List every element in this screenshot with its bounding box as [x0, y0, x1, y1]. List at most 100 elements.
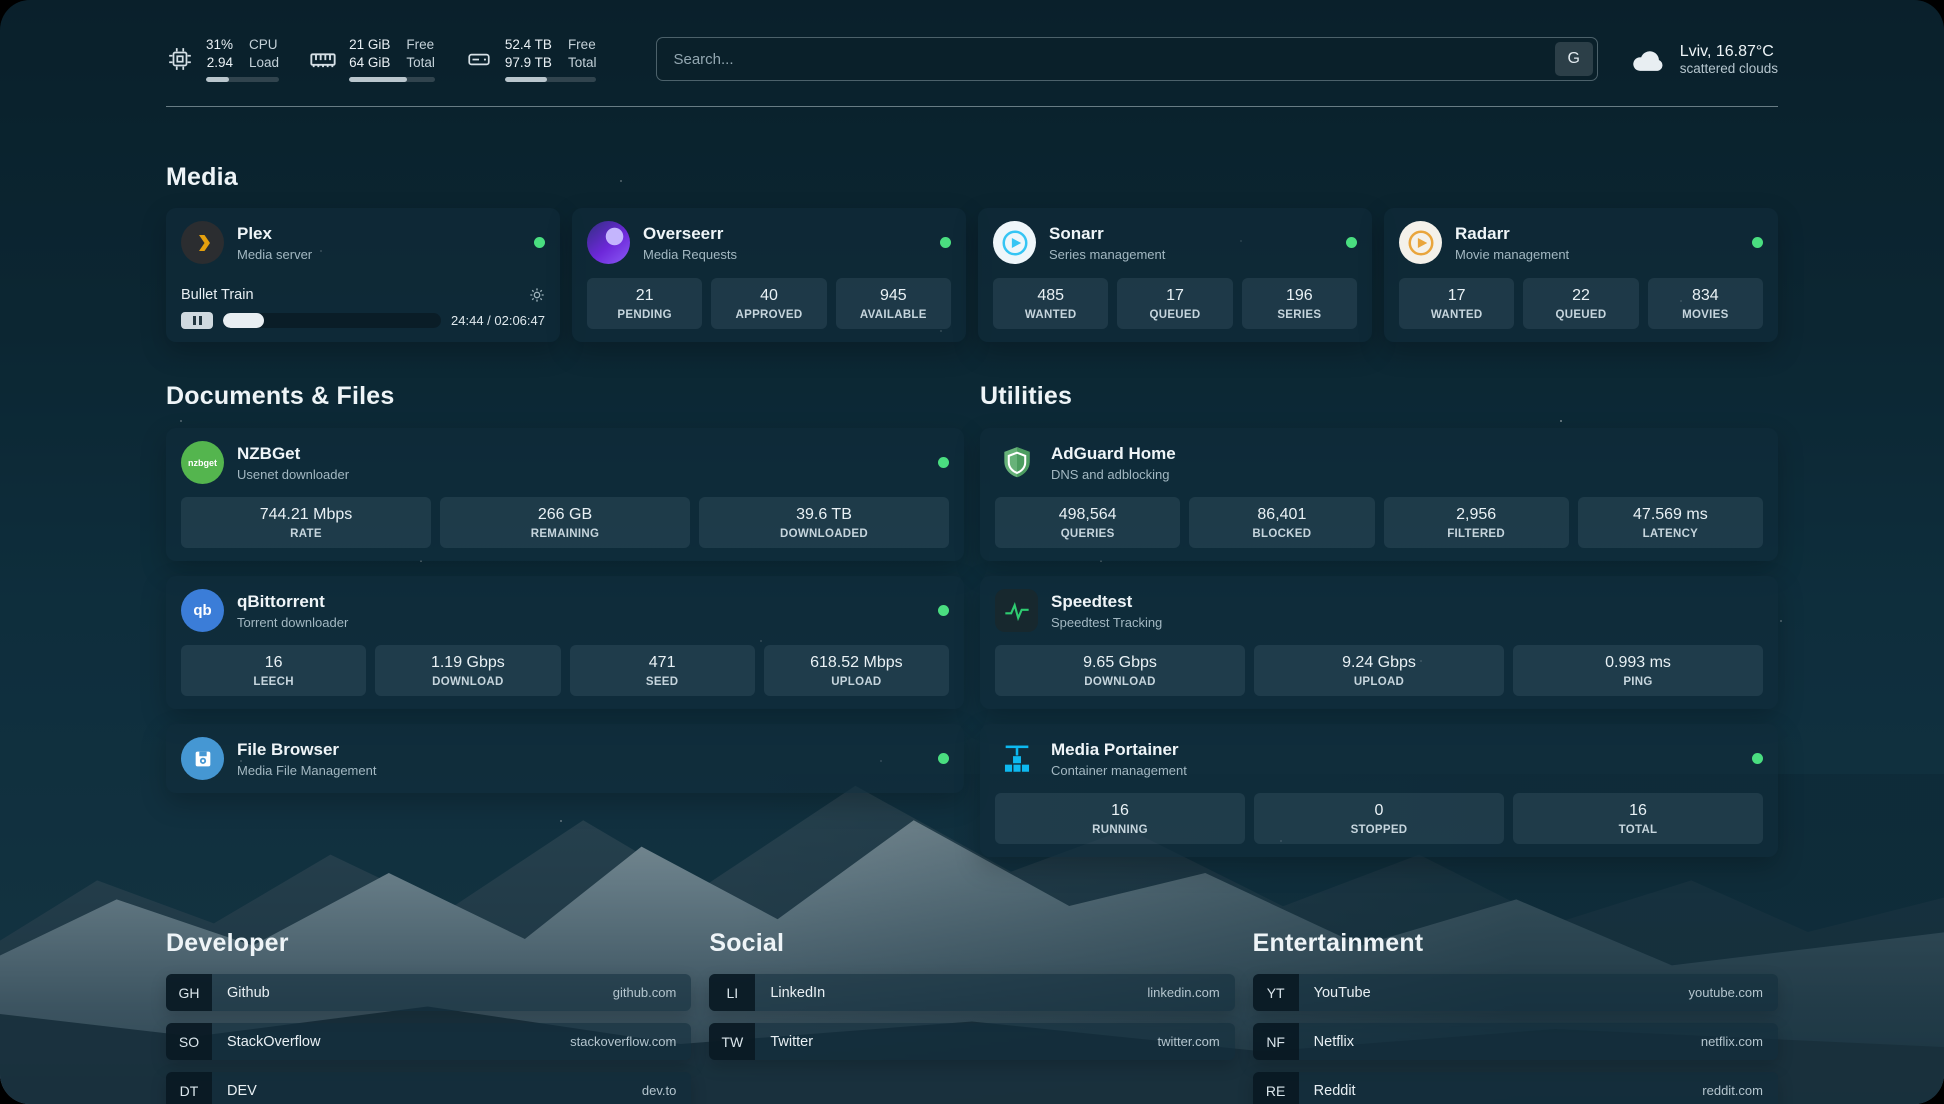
plex-card[interactable]: Plex Media server Bullet Train: [166, 208, 560, 342]
card-subtitle: Series management: [1049, 247, 1165, 262]
entertainment-group-title: Entertainment: [1253, 929, 1778, 958]
stat-tile: 471 SEED: [570, 645, 755, 696]
card-subtitle: Media File Management: [237, 763, 376, 778]
plex-icon: [181, 221, 224, 264]
bookmark-abbr: NF: [1253, 1023, 1299, 1060]
stat-value: 39.6 TB: [703, 506, 945, 524]
top-bar: 31% 2.94 CPU Load: [166, 36, 1778, 82]
stat-value: 498,564: [999, 506, 1176, 524]
cpu-usage-bar: [206, 77, 279, 82]
playback-time: 24:44 / 02:06:47: [451, 313, 545, 328]
speedtest-card[interactable]: Speedtest Speedtest Tracking 9.65 Gbps D…: [980, 576, 1778, 709]
stat-value: 47.569 ms: [1582, 506, 1759, 524]
qbittorrent-icon-text: qb: [193, 602, 211, 619]
card-subtitle: Media server: [237, 247, 312, 262]
card-title: Plex: [237, 224, 312, 244]
status-dot: [940, 237, 951, 248]
stat-label: SEED: [574, 676, 751, 688]
status-dot: [938, 605, 949, 616]
card-title: Speedtest: [1051, 592, 1162, 612]
stat-tile: 0 STOPPED: [1254, 793, 1504, 844]
stat-label: DOWNLOAD: [999, 676, 1241, 688]
stat-label: STOPPED: [1258, 824, 1500, 836]
stat-label: MOVIES: [1652, 309, 1759, 321]
card-subtitle: Usenet downloader: [237, 467, 349, 482]
card-title: File Browser: [237, 740, 376, 760]
bookmark-github[interactable]: GH Github github.com: [166, 974, 691, 1011]
stat-label: WANTED: [1403, 309, 1510, 321]
cpu-load-value: 2.94: [207, 54, 233, 72]
card-title: qBittorrent: [237, 592, 348, 612]
adguard-icon: [995, 441, 1038, 484]
media-section-title: Media: [166, 163, 1778, 192]
card-subtitle: Movie management: [1455, 247, 1569, 262]
portainer-icon: [995, 737, 1038, 780]
stat-tile: 834 MOVIES: [1648, 278, 1763, 329]
stat-tile: 266 GB REMAINING: [440, 497, 690, 548]
pause-button[interactable]: [181, 312, 213, 329]
stat-value: 0: [1258, 802, 1500, 820]
stat-tile: 86,401 BLOCKED: [1189, 497, 1374, 548]
disk-label-top: Free: [568, 36, 596, 54]
search-input[interactable]: [656, 37, 1597, 81]
stat-label: BLOCKED: [1193, 528, 1370, 540]
radarr-card[interactable]: Radarr Movie management 17 WANTED 2: [1384, 208, 1778, 342]
nzbget-icon-text: nzbget: [188, 458, 217, 468]
stat-tile: 39.6 TB DOWNLOADED: [699, 497, 949, 548]
overseerr-card[interactable]: Overseerr Media Requests 21 PENDING: [572, 208, 966, 342]
sonarr-card[interactable]: Sonarr Series management 485 WANTED: [978, 208, 1372, 342]
documents-section-title: Documents & Files: [166, 382, 964, 411]
memory-usage-bar: [349, 77, 435, 82]
stat-value: 16: [185, 654, 362, 672]
bookmark-abbr: SO: [166, 1023, 212, 1060]
search-bar: G: [656, 37, 1597, 81]
adguard-card[interactable]: AdGuard Home DNS and adblocking 498,564 …: [980, 428, 1778, 561]
stat-label: WANTED: [997, 309, 1104, 321]
stat-label: SERIES: [1246, 309, 1353, 321]
search-provider-button[interactable]: G: [1555, 42, 1593, 76]
disk-total-value: 97.9 TB: [505, 54, 552, 72]
bookmark-abbr: LI: [709, 974, 755, 1011]
bookmark-name: DEV: [212, 1072, 642, 1104]
now-playing-settings-gear-icon[interactable]: [529, 287, 545, 303]
stat-value: 16: [1517, 802, 1759, 820]
bookmark-url: netflix.com: [1701, 1023, 1778, 1060]
bookmark-youtube[interactable]: YT YouTube youtube.com: [1253, 974, 1778, 1011]
bookmark-twitter[interactable]: TW Twitter twitter.com: [709, 1023, 1234, 1060]
stat-value: 1.19 Gbps: [379, 654, 556, 672]
nzbget-card[interactable]: nzbget NZBGet Usenet downloader 744.21 M…: [166, 428, 964, 561]
memory-label-top: Free: [406, 36, 434, 54]
bookmark-reddit[interactable]: RE Reddit reddit.com: [1253, 1072, 1778, 1104]
playback-progress-bar: [223, 313, 441, 328]
stat-value: 485: [997, 287, 1104, 305]
header-divider: [166, 106, 1778, 107]
filebrowser-card[interactable]: File Browser Media File Management: [166, 724, 964, 793]
bookmark-group-developer: Developer GH Github github.com SO StackO…: [166, 929, 691, 1104]
stat-value: 834: [1652, 287, 1759, 305]
stat-tile: 16 TOTAL: [1513, 793, 1763, 844]
portainer-card[interactable]: Media Portainer Container management 16 …: [980, 724, 1778, 857]
stat-label: PING: [1517, 676, 1759, 688]
stat-value: 16: [999, 802, 1241, 820]
section-documents-files: Documents & Files nzbget NZBGet Usenet d…: [166, 382, 964, 793]
qbittorrent-card[interactable]: qb qBittorrent Torrent downloader 16: [166, 576, 964, 709]
disk-label-bottom: Total: [568, 54, 597, 72]
stat-label: RATE: [185, 528, 427, 540]
bookmark-name: Github: [212, 974, 613, 1011]
bookmark-linkedin[interactable]: LI LinkedIn linkedin.com: [709, 974, 1234, 1011]
stat-value: 22: [1527, 287, 1634, 305]
card-subtitle: Torrent downloader: [237, 615, 348, 630]
bookmark-url: twitter.com: [1158, 1023, 1235, 1060]
dashboard-window: 31% 2.94 CPU Load: [0, 0, 1944, 1104]
card-title: Radarr: [1455, 224, 1569, 244]
qbittorrent-icon: qb: [181, 589, 224, 632]
stat-tile: 2,956 FILTERED: [1384, 497, 1569, 548]
bookmark-url: stackoverflow.com: [570, 1023, 691, 1060]
bookmark-url: youtube.com: [1689, 974, 1778, 1011]
stat-value: 2,956: [1388, 506, 1565, 524]
bookmark-dev[interactable]: DT DEV dev.to: [166, 1072, 691, 1104]
bookmark-stackoverflow[interactable]: SO StackOverflow stackoverflow.com: [166, 1023, 691, 1060]
bookmark-netflix[interactable]: NF Netflix netflix.com: [1253, 1023, 1778, 1060]
bookmark-abbr: RE: [1253, 1072, 1299, 1104]
memory-icon: [309, 45, 337, 73]
